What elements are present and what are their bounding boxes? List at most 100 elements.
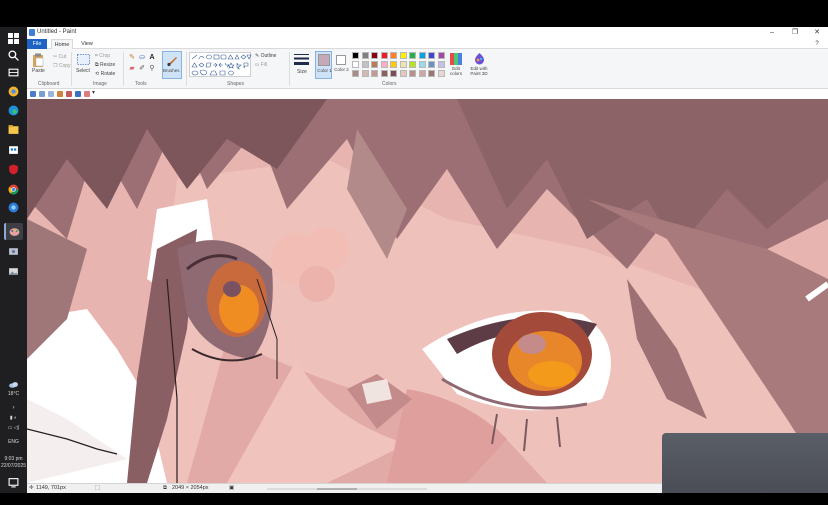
tray-icons[interactable]: ▮ ◐ (0, 415, 27, 421)
palette-swatch[interactable] (437, 61, 445, 68)
palette-swatch[interactable] (352, 52, 359, 59)
color-picker-tool[interactable]: ✐ (138, 64, 146, 72)
undo-icon[interactable] (39, 91, 45, 97)
palette-swatch[interactable] (409, 61, 416, 68)
scrollbar-thumb[interactable] (317, 488, 357, 490)
clock-date[interactable]: 22/07/2025 (0, 463, 27, 469)
palette-swatch[interactable] (418, 61, 426, 68)
drawing-canvas[interactable] (27, 99, 828, 483)
tab-view[interactable]: View (77, 39, 97, 49)
taskbar-app-other[interactable] (4, 243, 23, 260)
palette-swatch[interactable] (437, 52, 445, 59)
palette-swatch[interactable] (361, 70, 369, 77)
taskbar-app-chrome[interactable] (4, 181, 23, 198)
horizontal-scrollbar[interactable] (267, 488, 427, 490)
clock-time[interactable]: 9:03 pm (0, 456, 27, 462)
eraser-icon[interactable] (84, 91, 90, 97)
save-icon[interactable] (30, 91, 36, 97)
palette-swatch[interactable] (371, 52, 378, 59)
fill-tool[interactable]: ⛀ (138, 53, 146, 61)
palette-swatch[interactable] (428, 52, 435, 59)
search-button[interactable] (4, 47, 23, 64)
start-button[interactable] (4, 30, 23, 47)
fill-button[interactable]: ⛀ Fill (255, 62, 267, 68)
shapes-gallery[interactable] (189, 52, 252, 77)
help-icon[interactable]: ? (807, 39, 827, 49)
palette-swatch[interactable] (361, 52, 369, 59)
taskbar-app-store[interactable] (4, 141, 23, 158)
pencil-icon[interactable] (57, 91, 63, 97)
palette-swatch[interactable] (361, 61, 369, 68)
palette-swatch[interactable] (409, 52, 416, 59)
taskbar-app-mcafee[interactable] (4, 161, 23, 178)
taskbar-app-paint[interactable] (4, 223, 23, 240)
palette-swatch[interactable] (380, 52, 388, 59)
chevron-up-icon[interactable]: › (0, 405, 27, 411)
palette-swatch[interactable] (409, 70, 416, 77)
color1-swatch (318, 54, 330, 66)
size-button[interactable] (294, 53, 309, 67)
select-label: Select (76, 68, 90, 74)
bucket-icon[interactable] (75, 91, 81, 97)
rotate-button[interactable]: ⟲ Rotate (95, 71, 115, 77)
tab-file[interactable]: File (27, 39, 47, 49)
taskbar-app-edge[interactable] (4, 102, 23, 119)
taskbar-app-photos[interactable] (4, 263, 23, 280)
magnifier-tool[interactable]: ⚲ (148, 64, 156, 72)
paste-button[interactable] (31, 52, 45, 67)
cut-button[interactable]: ✂ Cut (53, 54, 66, 60)
brush-icon[interactable] (66, 91, 72, 97)
palette-swatch[interactable] (437, 70, 445, 77)
brush-icon (167, 57, 177, 67)
resize-button[interactable]: ⧉ Resize (95, 62, 115, 68)
language-indicator[interactable]: ENG (0, 439, 27, 445)
outline-button[interactable]: ✎ Outline (255, 53, 276, 59)
palette-swatch[interactable] (380, 61, 388, 68)
network-volume-icons[interactable]: ▭ ◁) (0, 425, 27, 431)
edit-colors-button[interactable]: Edit colors (447, 52, 465, 80)
customize-dropdown-icon[interactable]: ▾ (92, 89, 95, 96)
paste-label: Paste (32, 68, 45, 74)
line-thickness-icon (294, 54, 309, 65)
maximize-button[interactable]: ❐ (785, 28, 805, 38)
palette-swatch[interactable] (399, 61, 407, 68)
color2-button[interactable]: Color 2 (334, 51, 349, 79)
palette-swatch[interactable] (399, 70, 407, 77)
palette-swatch[interactable] (390, 61, 397, 68)
paint-window: Untitled - Paint – ❐ ✕ File Home View ? … (27, 27, 828, 493)
palette-swatch[interactable] (399, 52, 407, 59)
minimize-button[interactable]: – (762, 28, 782, 38)
palette-swatch[interactable] (428, 61, 435, 68)
palette-swatch[interactable] (380, 70, 388, 77)
brushes-button[interactable]: Brushes (162, 51, 182, 79)
color1-button[interactable]: Color 1 (315, 51, 332, 79)
shapes-group-label: Shapes (227, 81, 244, 87)
palette-swatch[interactable] (418, 52, 426, 59)
photos-icon (9, 268, 18, 275)
cloud-icon (9, 382, 18, 388)
select-button[interactable] (76, 53, 90, 66)
taskbar-app-file-explorer[interactable] (4, 121, 23, 138)
redo-icon[interactable] (48, 91, 54, 97)
palette-swatch[interactable] (418, 70, 426, 77)
taskbar-app-chrome-canary[interactable] (4, 83, 23, 100)
eraser-tool[interactable]: ▰ (128, 64, 136, 72)
task-view-button[interactable] (4, 64, 23, 81)
pencil-tool[interactable]: ✎ (128, 53, 136, 61)
palette-swatch[interactable] (352, 61, 359, 68)
notification-center-button[interactable] (4, 474, 23, 491)
paint-app-icon (29, 29, 35, 36)
close-button[interactable]: ✕ (807, 28, 827, 38)
crop-button[interactable]: ⌗ Crop (95, 53, 110, 59)
edit-with-paint3d-button[interactable]: Edit with Paint 3D (468, 52, 490, 80)
palette-swatch[interactable] (390, 52, 397, 59)
text-tool[interactable]: A (148, 53, 156, 61)
palette-swatch[interactable] (371, 70, 378, 77)
copy-button[interactable]: ❐ Copy (53, 63, 71, 69)
taskbar-app-media[interactable] (4, 199, 23, 216)
palette-swatch[interactable] (352, 70, 359, 77)
palette-swatch[interactable] (428, 70, 435, 77)
tab-home[interactable]: Home (51, 39, 73, 49)
palette-swatch[interactable] (371, 61, 378, 68)
palette-swatch[interactable] (390, 70, 397, 77)
